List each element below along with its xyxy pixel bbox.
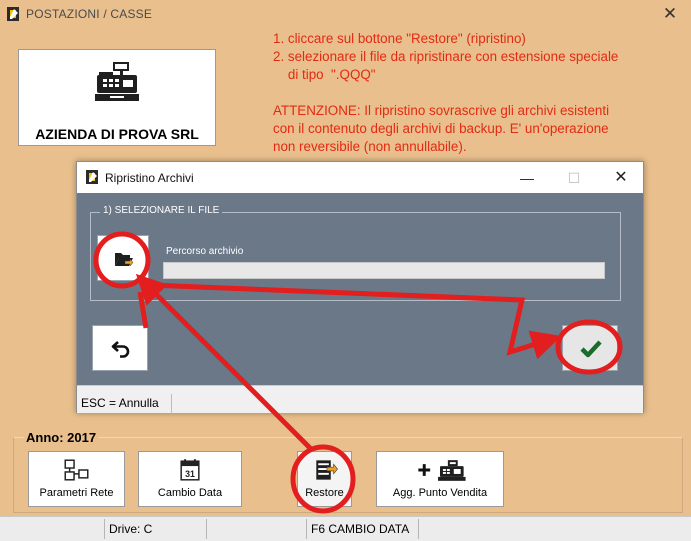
dialog-app-icon (86, 170, 98, 184)
select-file-legend: 1) SELEZIONARE IL FILE (100, 205, 223, 216)
window-titlebar: POSTAZIONI / CASSE ✕ (0, 0, 691, 28)
dialog-maximize-button[interactable]: ☐ (554, 164, 594, 192)
calendar-day-text: 31 (185, 469, 195, 479)
company-name: AZIENDA DI PROVA SRL (35, 126, 199, 142)
window-close-button[interactable]: ✕ (655, 2, 685, 26)
archive-path-input[interactable] (163, 262, 605, 279)
instruction-step-2-cont: di tipo ".QQQ" (273, 67, 376, 82)
warning-line-3: non reversibile (non annullabile). (273, 139, 467, 154)
company-card[interactable]: AZIENDA DI PROVA SRL (18, 49, 216, 146)
open-folder-icon (115, 253, 134, 267)
restore-icon (316, 460, 338, 480)
calendar-icon: 31 (180, 459, 200, 481)
dialog-title: Ripristino Archivi (105, 171, 194, 185)
change-date-label: Cambio Data (157, 487, 223, 499)
restore-button[interactable]: Restore (297, 451, 352, 507)
status-drive: Drive: C (104, 519, 206, 539)
year-label: Anno: 2017 (24, 430, 99, 445)
status-shortcut: F6 CAMBIO DATA (306, 519, 418, 539)
confirm-restore-button[interactable] (562, 325, 618, 371)
network-settings-button[interactable]: Parametri Rete (28, 451, 125, 507)
restore-archives-dialog: Ripristino Archivi — ☐ ✕ 1) SELEZIONARE … (76, 161, 644, 414)
status-empty-1 (206, 519, 306, 539)
restore-label: Restore (305, 487, 344, 499)
status-bar: Drive: C F6 CAMBIO DATA (0, 516, 691, 541)
back-button[interactable] (92, 325, 148, 371)
dialog-status-bar: ESC = Annulla (77, 385, 643, 414)
network-icon (64, 459, 89, 481)
dialog-close-button[interactable]: ✕ (601, 164, 641, 192)
undo-arrow-icon (111, 341, 130, 358)
window-title: POSTAZIONI / CASSE (26, 7, 153, 21)
network-settings-label: Parametri Rete (39, 487, 114, 499)
checkmark-icon (580, 340, 602, 358)
cash-register-icon (95, 62, 139, 101)
dialog-minimize-button[interactable]: — (507, 164, 547, 192)
browse-file-button[interactable] (97, 235, 149, 281)
dialog-body: 1) SELEZIONARE IL FILE Percorso archivio (77, 193, 643, 385)
instruction-step-2: 2. selezionare il file da ripristinare c… (273, 49, 619, 64)
warning-line-2: con il contenuto degli archivi di backup… (273, 121, 609, 136)
add-point-of-sale-button[interactable]: Agg. Punto Vendita (376, 451, 504, 507)
warning-line-1: ATTENZIONE: Il ripristino sovrascrive gl… (273, 103, 610, 118)
instruction-step-1: 1. cliccare sul bottone "Restore" (ripri… (273, 31, 526, 46)
dialog-titlebar: Ripristino Archivi — ☐ ✕ (77, 162, 643, 193)
status-empty-2 (418, 519, 691, 539)
archive-path-label: Percorso archivio (166, 246, 244, 257)
app-icon (7, 7, 19, 21)
add-register-icon (418, 460, 466, 481)
instructions-text: 1. cliccare sul bottone "Restore" (ripri… (273, 30, 683, 156)
change-date-button[interactable]: 31 Cambio Data (138, 451, 242, 507)
esc-hint: ESC = Annulla (77, 394, 172, 414)
add-point-of-sale-label: Agg. Punto Vendita (392, 487, 488, 499)
